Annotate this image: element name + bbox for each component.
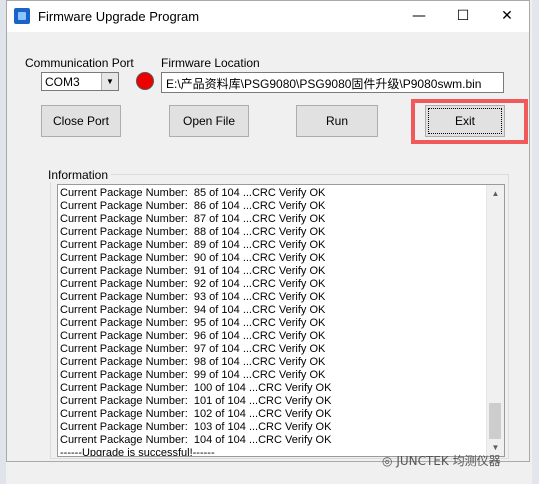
- connection-status-indicator: [136, 72, 154, 90]
- window-title: Firmware Upgrade Program: [38, 9, 200, 24]
- close-window-button[interactable]: ✕: [485, 1, 529, 32]
- information-log[interactable]: Current Package Number: 85 of 104 ...CRC…: [57, 184, 505, 457]
- firmware-location-label: Firmware Location: [161, 56, 260, 70]
- chevron-down-icon[interactable]: ▼: [101, 73, 118, 90]
- log-line: Current Package Number: 88 of 104 ...CRC…: [60, 226, 326, 238]
- log-lines: Current Package Number: 85 of 104 ...CRC…: [60, 187, 480, 456]
- scrollbar-thumb[interactable]: [489, 403, 501, 439]
- log-line: Current Package Number: 89 of 104 ...CRC…: [60, 239, 326, 251]
- close-port-button[interactable]: Close Port: [41, 105, 121, 137]
- log-line: Current Package Number: 100 of 104 ...CR…: [60, 382, 332, 394]
- log-line: Current Package Number: 90 of 104 ...CRC…: [60, 252, 326, 264]
- log-line: Current Package Number: 99 of 104 ...CRC…: [60, 369, 326, 381]
- log-line: Current Package Number: 101 of 104 ...CR…: [60, 395, 332, 407]
- communication-port-value: COM3: [45, 75, 80, 89]
- firmware-location-field[interactable]: E:\产品资料库\PSG9080\PSG9080固件升级\P9080swm.bi…: [161, 72, 504, 93]
- wechat-icon: ◎: [382, 454, 393, 468]
- vertical-scrollbar[interactable]: ▲ ▼: [486, 185, 504, 456]
- log-line: Current Package Number: 94 of 104 ...CRC…: [60, 304, 326, 316]
- background-window-edge-right: [532, 0, 539, 484]
- log-line: Current Package Number: 86 of 104 ...CRC…: [60, 200, 326, 212]
- watermark-text: JUNCTEK 均测仪器: [396, 454, 501, 468]
- title-bar[interactable]: Firmware Upgrade Program — ☐ ✕: [7, 1, 529, 32]
- communication-port-label: Communication Port: [25, 56, 134, 70]
- maximize-button[interactable]: ☐: [441, 1, 485, 32]
- log-line: Current Package Number: 85 of 104 ...CRC…: [60, 187, 326, 199]
- log-line: Current Package Number: 92 of 104 ...CRC…: [60, 278, 326, 290]
- log-line: Current Package Number: 102 of 104 ...CR…: [60, 408, 332, 420]
- communication-port-select[interactable]: COM3 ▼: [41, 72, 119, 91]
- log-line: Current Package Number: 104 of 104 ...CR…: [60, 434, 332, 446]
- watermark-label: ◎ JUNCTEK 均测仪器: [382, 452, 501, 469]
- log-line: Current Package Number: 91 of 104 ...CRC…: [60, 265, 326, 277]
- firmware-upgrade-window: Firmware Upgrade Program — ☐ ✕ Communica…: [6, 0, 530, 462]
- log-line: Current Package Number: 103 of 104 ...CR…: [60, 421, 332, 433]
- open-file-button[interactable]: Open File: [169, 105, 249, 137]
- log-line: Current Package Number: 96 of 104 ...CRC…: [60, 330, 326, 342]
- run-button[interactable]: Run: [296, 105, 378, 137]
- log-line: Current Package Number: 98 of 104 ...CRC…: [60, 356, 326, 368]
- information-label: Information: [45, 168, 112, 182]
- log-line: Current Package Number: 93 of 104 ...CRC…: [60, 291, 326, 303]
- scroll-up-icon[interactable]: ▲: [487, 185, 504, 202]
- exit-highlight-box: [411, 99, 528, 144]
- log-line: Current Package Number: 87 of 104 ...CRC…: [60, 213, 326, 225]
- app-icon: [14, 8, 30, 24]
- minimize-button[interactable]: —: [397, 1, 441, 32]
- log-line: Current Package Number: 97 of 104 ...CRC…: [60, 343, 326, 355]
- log-line: Current Package Number: 95 of 104 ...CRC…: [60, 317, 326, 329]
